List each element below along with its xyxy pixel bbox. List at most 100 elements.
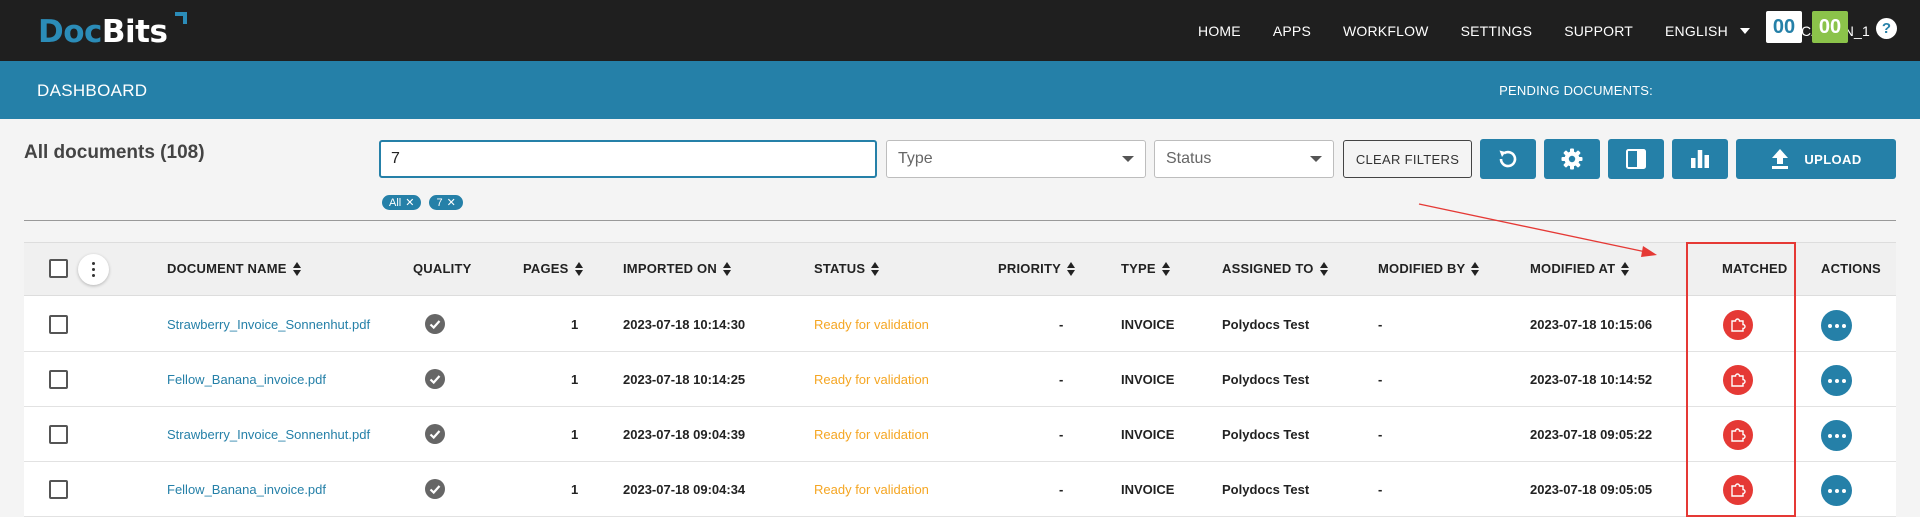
close-icon[interactable]: ✕ <box>405 196 414 209</box>
bulk-actions-menu[interactable] <box>78 254 109 285</box>
toggle-panel-button[interactable] <box>1608 139 1664 179</box>
select-all-checkbox[interactable] <box>49 259 68 278</box>
row-actions-button[interactable] <box>1821 475 1852 506</box>
type-select-placeholder: Type <box>898 150 933 167</box>
upload-icon <box>1772 149 1789 169</box>
language-dropdown[interactable]: ENGLISH <box>1665 23 1750 39</box>
header-priority[interactable]: PRIORITY <box>998 261 1075 276</box>
assigned-to-value: Polydocs Test <box>1222 317 1310 332</box>
priority-value: - <box>1059 317 1064 332</box>
pages-value: 1 <box>571 372 579 387</box>
upload-button[interactable]: UPLOAD <box>1736 139 1896 179</box>
document-name-link[interactable]: Fellow_Banana_invoice.pdf <box>167 482 326 497</box>
imported-on-value: 2023-07-18 10:14:25 <box>623 372 746 387</box>
settings-button[interactable] <box>1544 139 1600 179</box>
header-type[interactable]: TYPE <box>1121 261 1170 276</box>
status-select-placeholder: Status <box>1166 150 1212 167</box>
pages-value: 1 <box>571 427 579 442</box>
search-input[interactable] <box>379 140 877 178</box>
divider <box>24 220 1896 221</box>
sort-icon <box>1471 261 1480 276</box>
more-dot <box>1834 378 1839 383</box>
document-name-link[interactable]: Strawberry_Invoice_Sonnenhut.pdf <box>167 427 370 442</box>
refresh-button[interactable] <box>1480 139 1536 179</box>
modified-by-value: - <box>1378 482 1383 497</box>
unmatched-puzzle-icon[interactable] <box>1723 310 1753 340</box>
modified-by-value: - <box>1378 317 1383 332</box>
sort-icon <box>574 261 583 276</box>
header-modified-by[interactable]: MODIFIED BY <box>1378 261 1480 276</box>
kebab-dot <box>91 273 96 278</box>
table-row[interactable]: Fellow_Banana_invoice.pdf 1 2023-07-18 1… <box>24 352 1896 407</box>
row-checkbox[interactable] <box>49 370 68 389</box>
header-imported-on[interactable]: IMPORTED ON <box>623 261 731 276</box>
gear-icon <box>1561 148 1583 170</box>
status-badge: Ready for validation <box>814 427 929 442</box>
priority-value: - <box>1059 427 1064 442</box>
more-dot <box>1827 378 1832 383</box>
nav-workflow[interactable]: WORKFLOW <box>1343 23 1429 39</box>
modified-by-value: - <box>1378 427 1383 442</box>
row-actions-button[interactable] <box>1821 365 1852 396</box>
documents-heading: All documents (108) <box>24 142 205 163</box>
header-document-name[interactable]: DOCUMENT NAME <box>167 261 301 276</box>
sort-icon <box>871 261 880 276</box>
row-actions-button[interactable] <box>1821 420 1852 451</box>
statistics-button[interactable] <box>1672 139 1728 179</box>
more-dot <box>1834 433 1839 438</box>
sort-icon <box>292 261 301 276</box>
modified-at-value: 2023-07-18 09:05:22 <box>1530 427 1653 442</box>
imported-on-value: 2023-07-18 09:04:39 <box>623 427 746 442</box>
chevron-down-icon <box>1310 156 1322 162</box>
status-select[interactable]: Status <box>1154 140 1334 178</box>
row-checkbox[interactable] <box>49 425 68 444</box>
row-actions-button[interactable] <box>1821 310 1852 341</box>
header-pages[interactable]: PAGES <box>523 261 583 276</box>
kebab-dot <box>91 261 96 266</box>
imported-on-value: 2023-07-18 10:14:30 <box>623 317 746 332</box>
header-modified-at[interactable]: MODIFIED AT <box>1530 261 1630 276</box>
document-name-link[interactable]: Strawberry_Invoice_Sonnenhut.pdf <box>167 317 370 332</box>
help-icon[interactable]: ? <box>1876 18 1897 39</box>
header-assigned-to[interactable]: ASSIGNED TO <box>1222 261 1328 276</box>
more-dot <box>1841 433 1846 438</box>
status-badge: Ready for validation <box>814 482 929 497</box>
unmatched-puzzle-icon[interactable] <box>1723 475 1753 505</box>
unmatched-puzzle-icon[interactable] <box>1723 365 1753 395</box>
docbits-logo[interactable]: DocBits <box>38 12 187 52</box>
pending-count-secondary[interactable]: 00 <box>1812 11 1848 43</box>
nav-apps[interactable]: APPS <box>1273 23 1311 39</box>
more-dot <box>1827 488 1832 493</box>
unmatched-puzzle-icon[interactable] <box>1723 420 1753 450</box>
table-row[interactable]: Fellow_Banana_invoice.pdf 1 2023-07-18 0… <box>24 462 1896 517</box>
kebab-dot <box>91 267 96 272</box>
row-checkbox[interactable] <box>49 480 68 499</box>
table-row[interactable]: Strawberry_Invoice_Sonnenhut.pdf 1 2023-… <box>24 297 1896 352</box>
clear-filters-button[interactable]: CLEAR FILTERS <box>1343 140 1472 178</box>
sort-icon <box>1161 261 1170 276</box>
more-dot <box>1834 323 1839 328</box>
priority-value: - <box>1059 372 1064 387</box>
filter-chip[interactable]: All ✕ <box>382 195 422 210</box>
type-select[interactable]: Type <box>886 140 1146 178</box>
row-checkbox[interactable] <box>49 315 68 334</box>
assigned-to-value: Polydocs Test <box>1222 372 1310 387</box>
nav-support[interactable]: SUPPORT <box>1564 23 1633 39</box>
status-badge: Ready for validation <box>814 372 929 387</box>
nav-settings[interactable]: SETTINGS <box>1461 23 1533 39</box>
table-row[interactable]: Strawberry_Invoice_Sonnenhut.pdf 1 2023-… <box>24 407 1896 462</box>
document-name-link[interactable]: Fellow_Banana_invoice.pdf <box>167 372 326 387</box>
documents-table: DOCUMENT NAME QUALITY PAGES IMPORTED ON … <box>24 242 1896 517</box>
modified-by-value: - <box>1378 372 1383 387</box>
close-icon[interactable]: ✕ <box>447 196 456 209</box>
header-status[interactable]: STATUS <box>814 261 880 276</box>
bar-chart-icon <box>1691 150 1709 168</box>
filter-chip[interactable]: 7 ✕ <box>429 195 463 210</box>
pending-count-primary[interactable]: 00 <box>1766 11 1802 43</box>
priority-value: - <box>1059 482 1064 497</box>
sort-icon <box>1067 261 1075 276</box>
quality-check-icon <box>425 314 445 334</box>
imported-on-value: 2023-07-18 09:04:34 <box>623 482 746 497</box>
nav-home[interactable]: HOME <box>1198 23 1241 39</box>
pages-value: 1 <box>571 482 579 497</box>
